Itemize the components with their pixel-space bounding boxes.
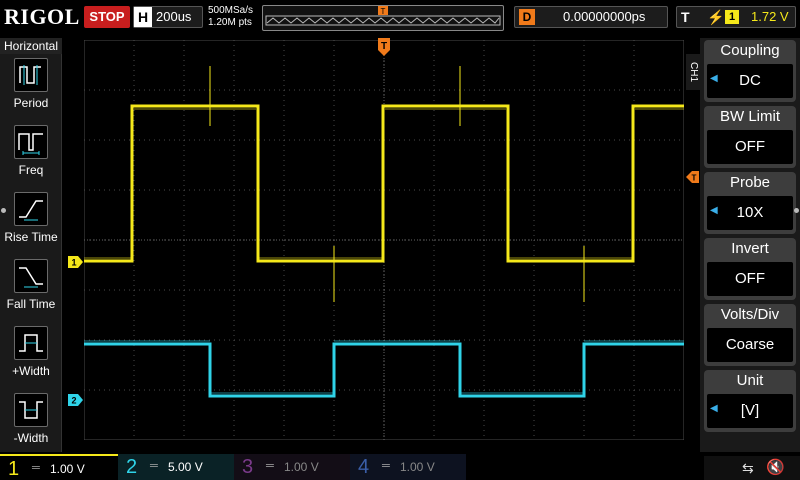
- probe-title: Probe: [729, 174, 771, 191]
- ch1-status-button[interactable]: 1 ═ 1.00 V: [0, 454, 118, 480]
- positive-width-icon: [14, 326, 48, 360]
- timebase-value: 200us: [156, 9, 192, 24]
- trigger-indicator-letter: T: [381, 41, 387, 52]
- freq-icon: [14, 125, 48, 159]
- period-icon: [14, 58, 48, 92]
- probe-value: 10X: [707, 196, 793, 230]
- trigger-position-indicator[interactable]: T: [377, 38, 391, 58]
- rigol-logo: RIGOL: [4, 4, 80, 29]
- run-stop-status[interactable]: STOP: [84, 6, 130, 28]
- measure-fall-time-button[interactable]: Fall Time: [0, 259, 62, 325]
- volts-div-value: Coarse: [707, 328, 793, 362]
- trigger-level-letter: T: [692, 174, 697, 183]
- fall-time-icon: [14, 259, 48, 293]
- horizontal-delay[interactable]: D 0.00000000ps: [514, 6, 668, 28]
- ch2-status-button[interactable]: 2 ═ 5.00 V: [118, 454, 234, 480]
- invert-menu-item[interactable]: Invert OFF: [704, 238, 796, 300]
- left-panel-indicator-dot: [1, 208, 6, 213]
- sample-rate-readout: 500MSa/s 1.20M pts: [208, 5, 253, 29]
- trigger-level-indicator[interactable]: T: [686, 171, 700, 183]
- trigger-source: 1: [725, 10, 739, 24]
- trigger-settings[interactable]: T ⚡ 1 1.72 V: [676, 6, 796, 28]
- memory-overview-graphic: T: [265, 6, 501, 26]
- measure-negative-width-button[interactable]: -Width: [0, 393, 62, 459]
- rising-edge-icon: ⚡: [707, 9, 725, 25]
- channel-menu-tab: CH1: [686, 54, 700, 90]
- dc-coupling-icon: ═: [32, 462, 40, 474]
- unit-menu-item[interactable]: Unit [V] ◀: [704, 370, 796, 432]
- period-label: Period: [13, 96, 49, 110]
- coupling-menu-item[interactable]: Coupling DC ◀: [704, 40, 796, 102]
- ch2-number: 2: [126, 456, 138, 478]
- ch4-scale: 1.00 V: [400, 460, 435, 474]
- ch2-scale: 5.00 V: [168, 460, 203, 474]
- measure-rise-time-button[interactable]: Rise Time: [0, 192, 62, 258]
- submenu-arrow-icon: ◀: [710, 205, 718, 216]
- trigger-position-letter: T: [381, 7, 386, 16]
- fall-time-label: Fall Time: [6, 297, 56, 311]
- measure-positive-width-button[interactable]: +Width: [0, 326, 62, 392]
- unit-value: [V]: [707, 394, 793, 428]
- ch1-offset-marker[interactable]: 1: [68, 256, 84, 268]
- dc-coupling-icon: ═: [266, 460, 274, 472]
- ch1-scale: 1.00 V: [50, 462, 85, 476]
- ch1-marker-label: 1: [71, 258, 76, 268]
- system-status-area: ⇆ 🔇: [704, 456, 800, 480]
- ch3-scale: 1.00 V: [284, 460, 319, 474]
- measure-period-button[interactable]: Period: [0, 58, 62, 124]
- bw-limit-value: OFF: [707, 130, 793, 164]
- sound-muted-icon[interactable]: 🔇: [766, 458, 785, 476]
- negative-width-icon: [14, 393, 48, 427]
- memory-depth: 1.20M pts: [208, 17, 252, 28]
- channel-menu: Coupling DC ◀ BW Limit OFF Probe 10X ◀ I…: [700, 38, 800, 452]
- right-panel-indicator-dot: [794, 208, 799, 213]
- dc-coupling-icon: ═: [382, 460, 390, 472]
- bw-limit-title: BW Limit: [720, 108, 780, 125]
- unit-title: Unit: [736, 372, 764, 389]
- invert-title: Invert: [731, 240, 769, 257]
- dc-coupling-icon: ═: [150, 460, 158, 472]
- invert-value: OFF: [707, 262, 793, 296]
- horizontal-timebase[interactable]: H 200us: [133, 6, 203, 28]
- ch3-number: 3: [242, 456, 254, 478]
- waveform-display[interactable]: [84, 40, 684, 440]
- ch2-offset-marker[interactable]: 2: [68, 394, 84, 406]
- coupling-value: DC: [707, 64, 793, 98]
- probe-menu-item[interactable]: Probe 10X ◀: [704, 172, 796, 234]
- ch1-trace: [84, 66, 684, 302]
- freq-label: Freq: [18, 163, 44, 177]
- negative-width-label: -Width: [13, 431, 49, 445]
- measure-freq-button[interactable]: Freq: [0, 125, 62, 191]
- ch3-status-button[interactable]: 3 ═ 1.00 V: [234, 454, 350, 480]
- bw-limit-menu-item[interactable]: BW Limit OFF: [704, 106, 796, 168]
- memory-waveform-overview[interactable]: T: [262, 5, 504, 31]
- coupling-title: Coupling: [720, 42, 780, 59]
- usb-icon: ⇆: [742, 460, 754, 476]
- top-status-bar: RIGOL STOP H 200us 500MSa/s 1.20M pts T …: [0, 0, 800, 36]
- measure-panel: Horizontal Period Freq Rise Time Fall Ti…: [0, 38, 62, 452]
- horizontal-label: H: [134, 7, 152, 27]
- trigger-label: T: [681, 9, 690, 25]
- channel-status-bar: 1 ═ 1.00 V 2 ═ 5.00 V 3 ═ 1.00 V 4 ═ 1.0…: [0, 454, 800, 480]
- submenu-arrow-icon: ◀: [710, 403, 718, 414]
- delay-label: D: [519, 9, 535, 25]
- rise-time-label: Rise Time: [4, 230, 58, 244]
- volts-div-title: Volts/Div: [720, 306, 780, 323]
- ch2-marker-label: 2: [71, 396, 76, 406]
- rise-time-icon: [14, 192, 48, 226]
- ch4-status-button[interactable]: 4 ═ 1.00 V: [350, 454, 466, 480]
- sample-rate: 500MSa/s: [208, 5, 254, 16]
- ch4-number: 4: [358, 456, 370, 478]
- ch1-number: 1: [8, 458, 20, 480]
- delay-value: 0.00000000ps: [563, 9, 646, 24]
- positive-width-label: +Width: [12, 364, 50, 378]
- waveform-graticule: [84, 40, 684, 440]
- measure-category-title: Horizontal: [0, 38, 62, 54]
- volts-div-menu-item[interactable]: Volts/Div Coarse: [704, 304, 796, 366]
- trigger-level: 1.72 V: [751, 9, 789, 24]
- submenu-arrow-icon: ◀: [710, 73, 718, 84]
